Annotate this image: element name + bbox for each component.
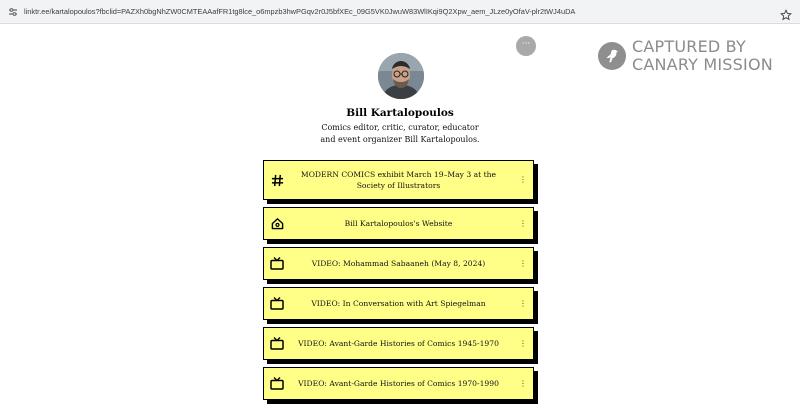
link-list: MODERN COMICS exhibit March 19–May 3 at … bbox=[263, 160, 538, 407]
link-options-icon[interactable]: ⋮ bbox=[519, 176, 527, 184]
home-icon bbox=[270, 217, 284, 231]
link-label: VIDEO: Avant-Garde Histories of Comics 1… bbox=[298, 379, 499, 388]
link-label: MODERN COMICS exhibit March 19–May 3 at … bbox=[300, 170, 497, 190]
bird-logo-icon bbox=[598, 42, 626, 70]
tv-icon bbox=[270, 377, 284, 391]
tv-icon bbox=[270, 337, 284, 351]
watermark-text: CAPTURED BY CANARY MISSION bbox=[632, 38, 773, 74]
link-label: VIDEO: Mohammad Sabaaneh (May 8, 2024) bbox=[311, 259, 486, 268]
hashtag-icon bbox=[270, 173, 284, 187]
link-options-icon[interactable]: ⋮ bbox=[519, 219, 527, 228]
link-video-sabaaneh[interactable]: VIDEO: Mohammad Sabaaneh (May 8, 2024) ⋮ bbox=[263, 247, 534, 280]
link-options-icon[interactable]: ⋮ bbox=[519, 259, 527, 268]
link-video-avant-garde-1945[interactable]: VIDEO: Avant-Garde Histories of Comics 1… bbox=[263, 327, 534, 360]
link-label: VIDEO: Avant-Garde Histories of Comics 1… bbox=[298, 339, 499, 348]
bookmark-star-icon[interactable] bbox=[780, 6, 792, 20]
link-modern-comics-exhibit[interactable]: MODERN COMICS exhibit March 19–May 3 at … bbox=[263, 160, 534, 200]
profile-bio: Comics editor, critic, curator, educator… bbox=[250, 122, 550, 146]
link-label: Bill Kartalopoulos's Website bbox=[344, 219, 453, 228]
url-text[interactable]: linktr.ee/kartalopoulos?fbclid=PAZXh0bgN… bbox=[24, 7, 774, 16]
link-video-avant-garde-1970[interactable]: VIDEO: Avant-Garde Histories of Comics 1… bbox=[263, 367, 534, 400]
watermark-line-1: CAPTURED BY bbox=[632, 37, 746, 56]
link-label: VIDEO: In Conversation with Art Spiegelm… bbox=[311, 299, 486, 308]
watermark-line-2: CANARY MISSION bbox=[632, 55, 773, 74]
profile-name: Bill Kartalopoulos bbox=[346, 107, 454, 119]
profile-avatar bbox=[378, 53, 424, 99]
site-settings-icon[interactable] bbox=[8, 7, 18, 17]
link-options-icon[interactable]: ⋮ bbox=[519, 339, 527, 348]
link-options-icon[interactable]: ⋮ bbox=[519, 379, 527, 388]
link-options-icon[interactable]: ⋮ bbox=[519, 299, 527, 308]
link-website[interactable]: Bill Kartalopoulos's Website ⋮ bbox=[263, 207, 534, 240]
canary-mission-watermark: CAPTURED BY CANARY MISSION bbox=[598, 38, 773, 74]
bio-line-1: Comics editor, critic, curator, educator bbox=[321, 123, 479, 132]
link-video-spiegelman[interactable]: VIDEO: In Conversation with Art Spiegelm… bbox=[263, 287, 534, 320]
tv-icon bbox=[270, 257, 284, 271]
bio-line-2: and event organizer Bill Kartalopoulos. bbox=[320, 135, 480, 144]
browser-address-bar[interactable]: linktr.ee/kartalopoulos?fbclid=PAZXh0bgN… bbox=[0, 0, 800, 24]
share-more-button[interactable]: ··· bbox=[516, 36, 536, 56]
tv-icon bbox=[270, 297, 284, 311]
